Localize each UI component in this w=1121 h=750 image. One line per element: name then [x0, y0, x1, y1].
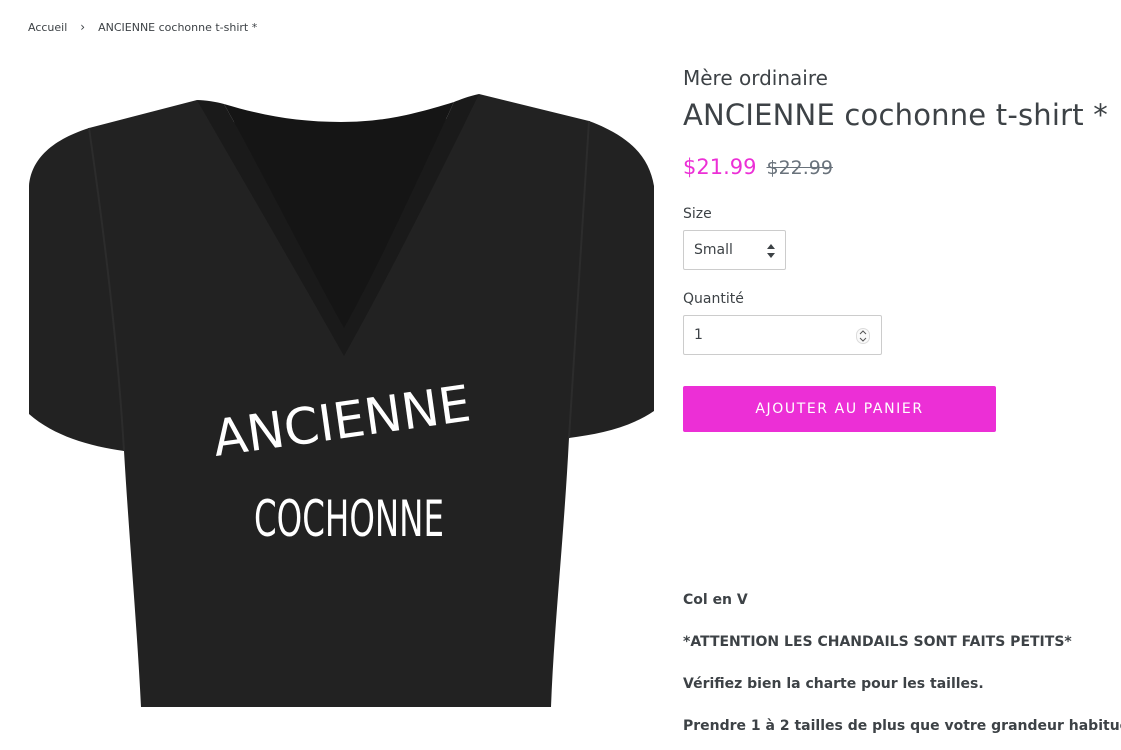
- quantity-input[interactable]: 1: [683, 315, 882, 355]
- description-line: *ATTENTION LES CHANDAILS SONT FAITS PETI…: [683, 634, 1072, 650]
- size-select[interactable]: Small: [683, 230, 786, 270]
- size-label: Size: [683, 206, 712, 222]
- sale-price: $21.99: [683, 155, 757, 179]
- product-vendor[interactable]: Mère ordinaire: [683, 66, 828, 90]
- select-arrows-icon: [767, 244, 775, 258]
- compare-at-price: $22.99: [766, 157, 833, 179]
- quantity-label: Quantité: [683, 291, 744, 307]
- description-line: Prendre 1 à 2 tailles de plus que votre …: [683, 718, 1121, 734]
- breadcrumb: Accueil › ANCIENNE cochonne t-shirt *: [28, 20, 257, 34]
- breadcrumb-home-link[interactable]: Accueil: [28, 21, 67, 34]
- quantity-stepper-icon[interactable]: [856, 328, 870, 344]
- shirt-print-line2: COCHONNE: [254, 490, 444, 548]
- description-line: Vérifiez bien la charte pour les tailles…: [683, 676, 984, 692]
- product-image[interactable]: ANCIENNE COCHONNE: [29, 66, 654, 707]
- price-row: $21.99 $22.99: [683, 155, 833, 179]
- size-selected-value: Small: [694, 242, 733, 258]
- description-line: Col en V: [683, 592, 748, 608]
- quantity-value: 1: [694, 327, 703, 343]
- tshirt-illustration: ANCIENNE COCHONNE: [29, 94, 654, 707]
- add-to-cart-button[interactable]: AJOUTER AU PANIER: [683, 386, 996, 432]
- breadcrumb-separator-icon: ›: [80, 20, 86, 34]
- product-title: ANCIENNE cochonne t-shirt *: [683, 98, 1108, 132]
- breadcrumb-current: ANCIENNE cochonne t-shirt *: [98, 20, 258, 34]
